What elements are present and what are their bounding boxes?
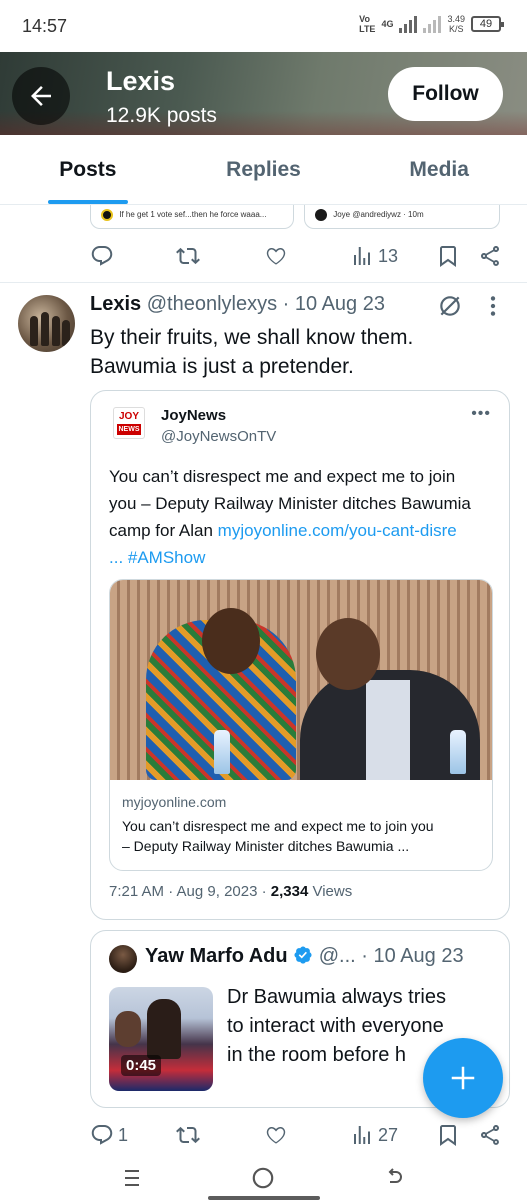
post-header: Lexis @theonlylexys · 10 Aug 23	[90, 293, 385, 316]
link-domain: myjoyonline.com	[122, 794, 227, 810]
avatar[interactable]	[109, 945, 137, 973]
menu-lines-icon	[125, 1170, 139, 1186]
tab-media[interactable]: Media	[351, 135, 527, 204]
back-nav-button[interactable]	[374, 1158, 414, 1198]
like-button[interactable]	[264, 1123, 288, 1147]
reply-button[interactable]: 1	[90, 1123, 128, 1147]
like-button[interactable]	[264, 244, 288, 268]
circle-home-icon	[252, 1167, 274, 1189]
mini-quote-card-2[interactable]: Joye @andrediywz · 10m	[304, 205, 500, 229]
quote2-author-name: Yaw Marfo Adu	[145, 945, 288, 967]
post-actions: 1 27	[0, 1115, 527, 1155]
bookmark-button[interactable]	[436, 1123, 460, 1147]
prev-post-actions: 13	[0, 236, 527, 276]
status-bar: 14:57 Vo LTE 4G 3.49 K/S 49	[0, 0, 527, 52]
verified-badge-icon	[294, 946, 312, 964]
previous-post-media[interactable]: If he get 1 vote sef...then he force waa…	[0, 205, 527, 231]
signal-icon-2	[423, 15, 442, 33]
signal-icon	[399, 15, 418, 33]
mini-avatar	[101, 209, 113, 221]
video-thumbnail[interactable]: 0:45	[109, 987, 213, 1091]
network-type: 4G	[381, 19, 394, 29]
volte-indicator: Vo LTE	[359, 14, 376, 34]
quote-link[interactable]: myjoyonline.com/you-cant-disre	[218, 521, 457, 540]
views-icon	[354, 1126, 370, 1144]
avatar[interactable]	[18, 295, 75, 352]
share-icon	[481, 246, 499, 266]
gesture-handle	[208, 1196, 320, 1200]
arrow-left-icon	[31, 86, 51, 106]
profile-tabs: Posts Replies Media	[0, 135, 527, 205]
tab-posts[interactable]: Posts	[0, 135, 176, 204]
post-author-handle[interactable]: @theonlylexys	[147, 293, 277, 315]
bookmark-icon	[440, 246, 456, 267]
link-preview-image[interactable]	[110, 580, 492, 780]
link-preview-card[interactable]: myjoyonline.com You can’t disrespect me …	[109, 579, 493, 871]
heart-icon	[266, 247, 286, 265]
more-options-icon[interactable]	[480, 293, 506, 324]
quote-text: You can’t disrespect me and expect me to…	[109, 463, 499, 571]
views-icon	[354, 247, 370, 265]
video-duration: 0:45	[121, 1055, 162, 1076]
quote2-author-handle: @...	[318, 945, 356, 967]
views-button[interactable]: 13	[350, 244, 398, 268]
battery-icon: 49	[471, 16, 504, 32]
back-arrow-icon	[388, 1168, 402, 1183]
reply-icon	[91, 1125, 113, 1145]
bookmark-icon	[440, 1125, 456, 1146]
post-divider	[0, 282, 527, 283]
compose-button[interactable]	[423, 1038, 503, 1118]
repost-icon	[176, 247, 200, 265]
recent-apps-button[interactable]	[112, 1158, 152, 1198]
post-date: · 10 Aug 23	[282, 293, 385, 315]
plus-icon	[451, 1066, 475, 1090]
profile-name: Lexis	[106, 66, 176, 96]
quote-author-name: JoyNews	[161, 407, 227, 424]
link-title: You can’t disrespect me and expect me to…	[122, 818, 434, 854]
follow-button[interactable]: Follow	[388, 67, 503, 121]
post-count: 12.9K posts	[106, 104, 217, 127]
mini-quote-card[interactable]: If he get 1 vote sef...then he force waa…	[90, 205, 294, 229]
views-button[interactable]: 27	[350, 1123, 398, 1147]
repost-button[interactable]	[176, 1123, 200, 1147]
reply-icon	[91, 246, 113, 266]
share-icon	[481, 1125, 499, 1145]
network-speed: 3.49 K/S	[447, 14, 465, 34]
status-icons: Vo LTE 4G 3.49 K/S 49	[359, 14, 504, 34]
quote2-date: · 10 Aug 23	[361, 945, 464, 967]
profile-header: Lexis 12.9K posts Follow	[0, 52, 527, 135]
share-button[interactable]	[478, 244, 502, 268]
heart-icon	[266, 1126, 286, 1144]
tab-replies[interactable]: Replies	[176, 135, 352, 204]
quoted-post[interactable]: JOY NEWS JoyNews @JoyNewsOnTV ••• You ca…	[90, 390, 510, 920]
status-time: 14:57	[22, 16, 68, 36]
quote-meta: 7:21 AM · Aug 9, 2023 · 2,334 Views	[109, 883, 353, 900]
joynews-logo[interactable]: JOY NEWS	[113, 407, 145, 439]
repost-icon	[176, 1126, 200, 1144]
repost-button[interactable]	[176, 244, 200, 268]
reply-button[interactable]	[90, 244, 114, 268]
quote-more-icon[interactable]: •••	[471, 405, 491, 423]
mini-avatar-2	[315, 209, 327, 221]
quote2-header: Yaw Marfo Adu @... · 10 Aug 23	[145, 945, 464, 968]
quote-author-handle: @JoyNewsOnTV	[161, 428, 277, 445]
post-text: By their fruits, we shall know them. Baw…	[90, 326, 414, 378]
home-button[interactable]	[243, 1158, 283, 1198]
grok-icon[interactable]	[437, 293, 463, 324]
bookmark-button[interactable]	[436, 244, 460, 268]
post-author-name[interactable]: Lexis	[90, 293, 141, 315]
system-nav-bar	[0, 1150, 527, 1200]
back-button[interactable]	[12, 67, 70, 125]
share-button[interactable]	[478, 1123, 502, 1147]
quote-hashtag[interactable]: ... #AMShow	[109, 544, 499, 571]
